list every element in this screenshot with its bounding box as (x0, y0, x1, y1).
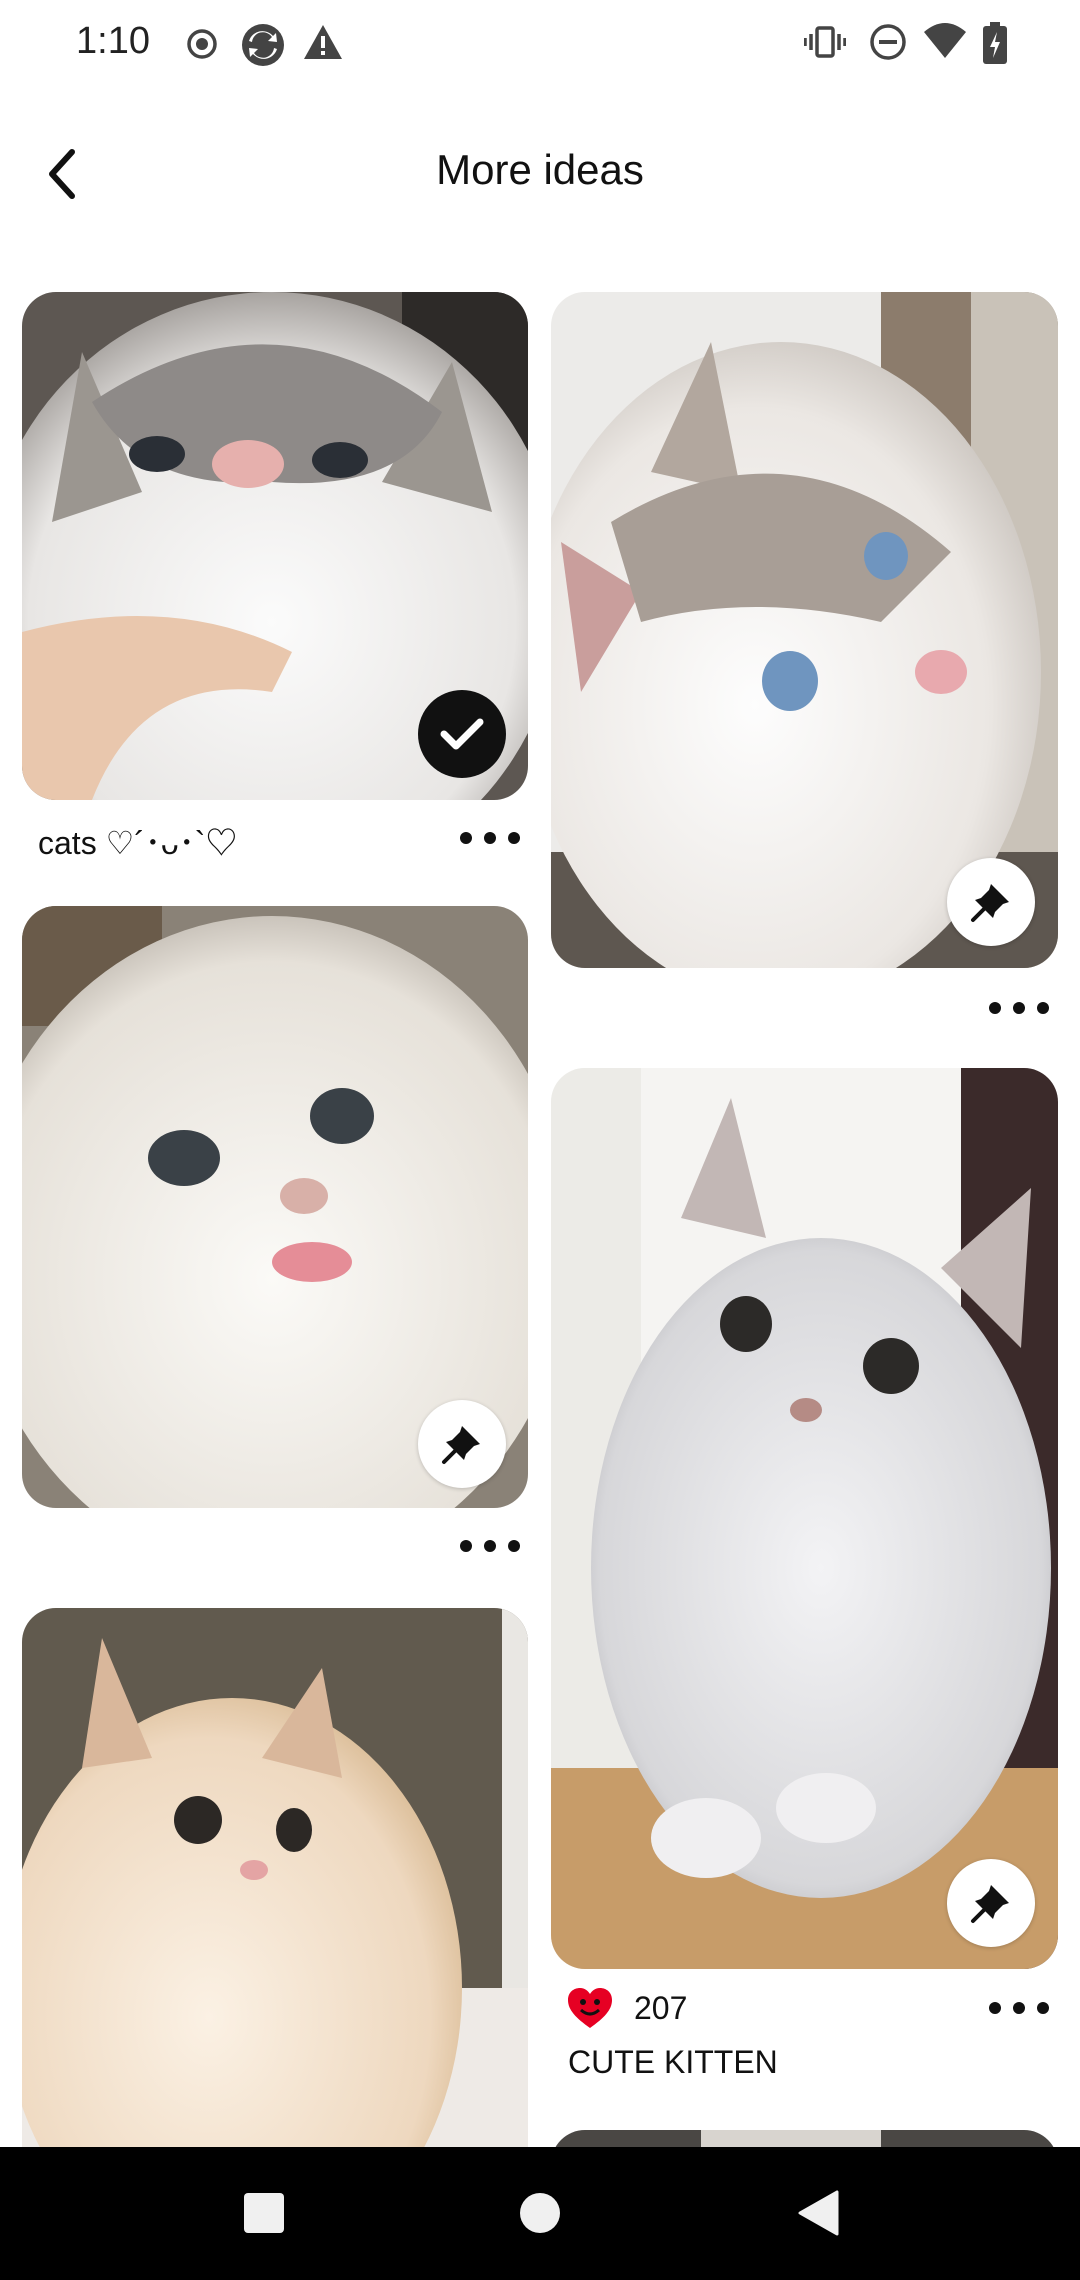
pin-icon (971, 1885, 1009, 1923)
pin-card[interactable] (551, 292, 1058, 968)
home-circle-icon (520, 2193, 560, 2233)
pin-title: cats ♡´･ᴗ･`♡ (38, 825, 238, 861)
pin-card[interactable] (22, 1608, 528, 2228)
cat-photo (22, 1608, 528, 2228)
more-options-button[interactable] (989, 993, 1049, 1023)
warning-icon (304, 25, 342, 59)
page-title: More ideas (436, 146, 644, 193)
recents-square-icon (244, 2193, 284, 2233)
system-nav-bar (0, 2147, 1080, 2280)
more-options-button[interactable] (989, 1993, 1049, 2023)
pin-card[interactable] (551, 1068, 1058, 1969)
battery-icon (983, 22, 1007, 64)
save-pin-button[interactable] (418, 1400, 506, 1488)
saved-check-button[interactable] (418, 690, 506, 778)
save-pin-button[interactable] (947, 858, 1035, 946)
more-options-button[interactable] (460, 823, 520, 853)
likes-count: 207 (634, 1990, 688, 2026)
checkmark-icon (440, 718, 484, 750)
do-not-disturb-icon (870, 24, 906, 60)
pin-icon (971, 884, 1009, 922)
more-options-button[interactable] (460, 1531, 520, 1561)
cat-photo (551, 1068, 1058, 1969)
vibrate-icon (804, 26, 846, 58)
record-icon (187, 29, 217, 59)
wifi-icon (924, 23, 966, 58)
status-time: 1:10 (76, 20, 150, 62)
pin-title: CUTE KITTEN (568, 2044, 778, 2080)
status-bar: 1:10 (0, 0, 1080, 90)
pin-card[interactable] (22, 906, 528, 1508)
recents-button[interactable] (232, 2181, 296, 2245)
back-triangle-icon (798, 2190, 839, 2236)
pin-card[interactable] (22, 292, 528, 800)
heart-face-icon (568, 1988, 612, 2028)
home-button[interactable] (508, 2181, 572, 2245)
save-pin-button[interactable] (947, 1859, 1035, 1947)
pin-icon (442, 1426, 480, 1464)
header: More ideas (0, 100, 1080, 250)
sync-icon (242, 24, 284, 66)
nav-back-button[interactable] (786, 2181, 850, 2245)
